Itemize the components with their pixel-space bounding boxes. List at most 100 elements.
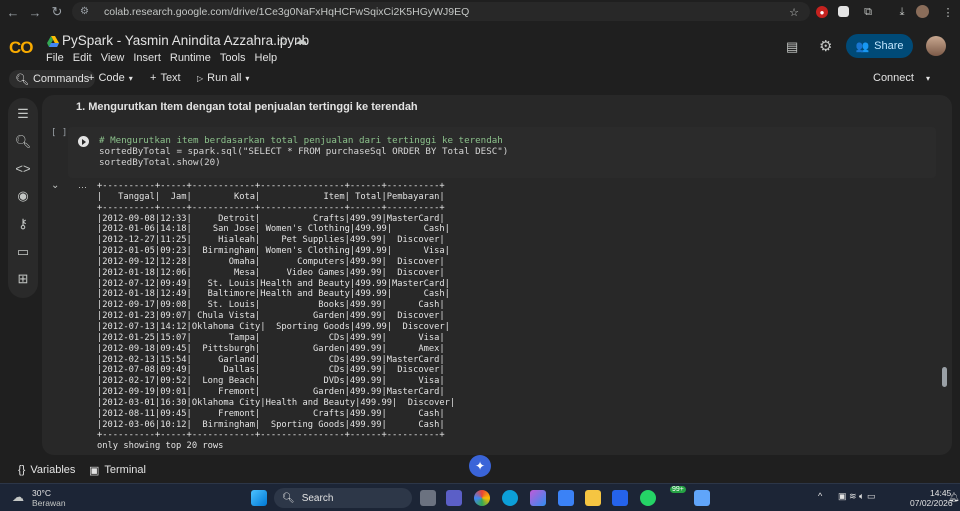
table-of-contents-icon[interactable]: ☰ [8,106,38,122]
menu-help[interactable]: Help [255,52,278,64]
reload-icon[interactable]: ↻ [46,1,68,23]
find-icon[interactable]: 🔍︎ [8,134,38,150]
search-label: Search [301,492,334,504]
scrollbar[interactable] [942,367,947,387]
search-icon: 🔍︎ [15,73,29,86]
play-icon: ▷ [197,73,204,83]
copilot-icon[interactable] [530,490,546,506]
people-icon: 👥 [855,40,870,53]
notebook-toolbar: 🔍︎ Commands + Code ▾ + Text ▷ Run all ▾ … [0,70,960,90]
browser-menu-icon[interactable]: ⋮ [940,4,956,20]
site-info-icon[interactable]: ⚙ [80,6,92,18]
run-all-button[interactable]: ▷ Run all ▾ [197,72,249,84]
weather-temp: 30°C [32,488,51,498]
run-cell-button[interactable] [78,136,89,147]
colab-header: CO PySpark - Yasmin Anindita Azzahra.ipy… [0,24,960,70]
variables-label: Variables [30,464,76,476]
cell-output: +----------+-----+------------+---------… [97,181,456,452]
cloud-saved-icon: ☁ [295,33,307,47]
section-heading: 1. Mengurutkan Item dengan total penjual… [76,101,418,113]
menu-view[interactable]: View [101,52,125,64]
windows-start-icon[interactable] [251,490,267,506]
connect-label: Connect [873,72,914,84]
back-icon[interactable]: ← [2,1,24,23]
braces-icon: {} [18,464,26,476]
comment-icon[interactable]: ▤ [786,39,798,55]
clock-date[interactable]: 07/02/2026 [910,498,953,508]
connect-button[interactable]: Connect ▾ [873,72,930,84]
chevron-down-icon[interactable]: ⌄ [51,180,59,191]
chevron-down-icon: ▾ [925,73,930,83]
browser-toolbar: ← → ↻ ⚙ colab.research.google.com/drive/… [0,0,960,24]
code-snippets-icon[interactable]: <> [8,161,38,176]
extension-icon[interactable] [838,6,849,17]
notebook-title[interactable]: PySpark - Yasmin Anindita Azzahra.ipynb [62,33,309,48]
weather-desc: Berawan [32,498,66,508]
vscode-icon[interactable] [612,490,628,506]
terminal-tab[interactable]: ▣ Terminal [89,464,146,477]
add-code-label: Code [98,72,125,84]
extension-icon[interactable]: ● [816,6,828,18]
code-line: sortedByTotal = spark.sql("SELECT * FROM… [99,146,509,157]
windows-taskbar: ☁ 30°C Berawan 🔍︎ Search 99+ ^ ▣ ≋ 🔈︎ ▭ … [0,483,960,511]
menu-insert[interactable]: Insert [133,52,161,64]
cloud-weather-icon: ☁ [12,490,24,504]
menu-file[interactable]: File [46,52,64,64]
download-icon[interactable]: ⤓ [894,4,910,20]
gear-icon[interactable]: ⚙ [819,37,832,55]
extensions-puzzle-icon[interactable]: ⧉ [860,4,876,20]
task-view-icon[interactable] [420,490,436,506]
url-text: colab.research.google.com/drive/1Ce3g0Na… [104,5,470,18]
data-table-icon[interactable]: ⊞ [8,271,38,287]
plus-icon: + [88,72,95,84]
code-line: # Mengurutkan item berdasarkan total pen… [99,135,503,146]
edge-icon[interactable] [502,490,518,506]
add-text-button[interactable]: + Text [150,72,181,84]
chevron-down-icon[interactable]: ▾ [129,74,133,83]
profile-avatar[interactable] [916,5,929,18]
output-menu-icon[interactable]: ⋯ [78,182,87,193]
plus-icon: + [150,72,157,84]
google-drive-icon [47,36,59,47]
menu-runtime[interactable]: Runtime [170,52,211,64]
store-icon[interactable] [558,490,574,506]
share-label: Share [874,40,904,52]
menu-edit[interactable]: Edit [73,52,92,64]
menu-tools[interactable]: Tools [220,52,246,64]
chrome-icon[interactable] [474,490,490,506]
bookmark-star-icon[interactable]: ☆ [786,4,802,20]
teams-icon[interactable] [446,490,462,506]
address-bar[interactable]: ⚙ colab.research.google.com/drive/1Ce3g0… [72,2,810,21]
app-icon[interactable] [694,490,710,506]
files-folder-icon[interactable]: ▭ [8,244,38,260]
cell-execution-count: [ ] [51,128,68,138]
commands-label: Commands [32,73,90,85]
gemini-sparkle-icon[interactable]: ✦ [469,455,491,477]
chevron-down-icon[interactable]: ▾ [245,74,249,83]
run-all-label: Run all [207,72,242,84]
avatar[interactable] [926,36,946,56]
notification-badge: 99+ [670,486,686,493]
add-text-label: Text [160,72,181,84]
notification-bell-icon[interactable]: 🔔︎ [948,492,959,503]
terminal-icon: ▣ [89,465,100,477]
whatsapp-icon[interactable] [640,490,656,506]
side-rail: ☰ 🔍︎ <> ◉ ⚷ ▭ ⊞ [8,98,38,298]
taskbar-search[interactable]: 🔍︎ Search [274,488,412,508]
menu-bar: File Edit View Insert Runtime Tools Help [46,52,277,64]
tray-icons[interactable]: ▣ ≋ 🔈︎ ▭ [838,491,875,502]
file-explorer-icon[interactable] [585,490,601,506]
colab-logo[interactable]: CO [9,38,33,58]
secrets-key-icon[interactable]: ⚷ [8,216,38,232]
add-code-button[interactable]: + Code ▾ [88,72,133,84]
commands-button[interactable]: 🔍︎ Commands [9,70,96,88]
share-button[interactable]: 👥 Share [846,34,913,58]
star-icon[interactable]: ☆ [277,33,289,49]
terminal-label: Terminal [104,464,146,476]
variables-tab[interactable]: {} Variables [18,464,75,476]
chevron-up-icon[interactable]: ^ [818,491,822,501]
code-line: sortedByTotal.show(20) [99,157,221,168]
search-icon: 🔍︎ [282,492,295,504]
variables-icon[interactable]: ◉ [8,188,38,204]
forward-icon[interactable]: → [24,1,46,23]
